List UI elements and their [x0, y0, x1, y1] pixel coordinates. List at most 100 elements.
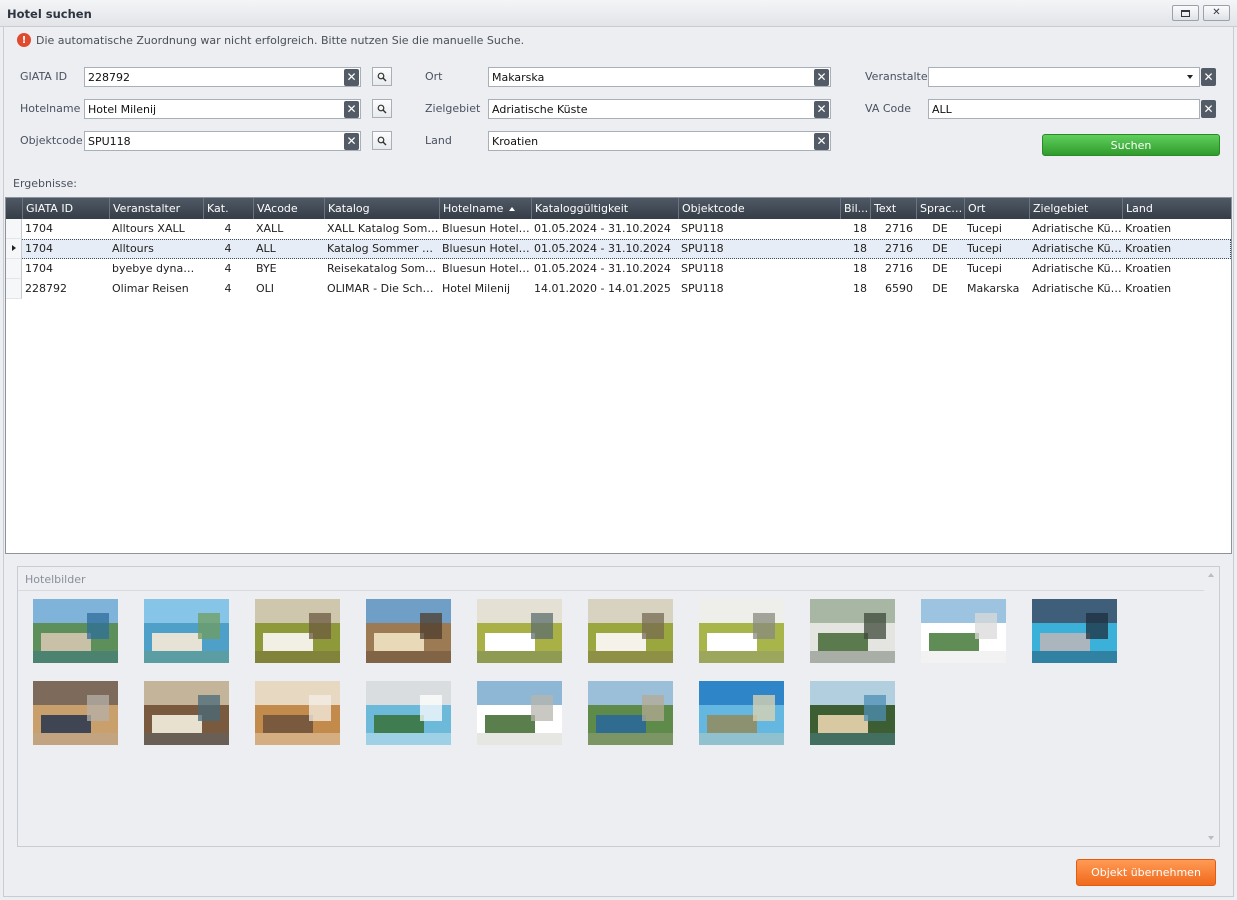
- beach-pine-photo[interactable]: [810, 681, 895, 745]
- column-header-label: Kat.: [207, 202, 229, 215]
- land-field[interactable]: Kroatien ✕: [488, 131, 831, 151]
- objektcode-search-button[interactable]: [372, 131, 392, 150]
- table-cell: Alltours: [112, 242, 154, 255]
- outdoor-dining-photo[interactable]: [810, 599, 895, 663]
- column-header-label: VAcode: [257, 202, 298, 215]
- table-cell: 18: [853, 262, 867, 275]
- row-indicator[interactable]: [6, 219, 22, 239]
- bedroom-photo[interactable]: [255, 599, 340, 663]
- sort-ascending-icon: [509, 207, 516, 211]
- table-cell: byebye dynamisch: [112, 262, 203, 275]
- table-cell: Adriatische Küste: [1032, 282, 1122, 295]
- column-header[interactable]: Land: [1122, 198, 1231, 219]
- column-header[interactable]: Objektcode: [678, 198, 840, 219]
- clear-icon[interactable]: ✕: [344, 132, 359, 150]
- land-label: Land: [425, 134, 452, 147]
- giata-id-field[interactable]: 228792 ✕: [84, 67, 361, 87]
- objektcode-field[interactable]: SPU118 ✕: [84, 131, 361, 151]
- fitness-room-photo[interactable]: [33, 681, 118, 745]
- zielgebiet-field[interactable]: Adriatische Küste ✕: [488, 99, 831, 119]
- table-cell: SPU118: [681, 242, 724, 255]
- va-code-field[interactable]: ALL: [928, 99, 1200, 119]
- table-cell: Kroatien: [1125, 262, 1172, 275]
- bedroom-balcony-photo[interactable]: [588, 599, 673, 663]
- balcony-view-photo[interactable]: [921, 599, 1006, 663]
- veranstalter-dropdown[interactable]: [928, 67, 1200, 87]
- clear-icon[interactable]: ✕: [814, 132, 829, 150]
- beach-terrace-photo[interactable]: [477, 681, 562, 745]
- close-button[interactable]: ✕: [1203, 5, 1230, 21]
- column-header[interactable]: Veranstalter: [109, 198, 203, 219]
- terrace-restaurant-photo[interactable]: [366, 599, 451, 663]
- window-title: Hotel suchen: [7, 7, 92, 21]
- pool-resort-photo[interactable]: [144, 599, 229, 663]
- close-icon: ✕: [1212, 7, 1221, 18]
- table-cell: Adriatische Küste: [1032, 242, 1122, 255]
- maximize-button[interactable]: [1172, 5, 1199, 21]
- ort-field[interactable]: Makarska ✕: [488, 67, 831, 87]
- column-header[interactable]: Text: [870, 198, 916, 219]
- table-row[interactable]: 1704 byebye dynamisch 4 BYE Reisekatalog Som…: [6, 259, 1231, 279]
- room-sofa-photo[interactable]: [477, 599, 562, 663]
- table-cell: Adriatische Küste: [1032, 222, 1122, 235]
- table-cell: SPU118: [681, 282, 724, 295]
- buffet-photo[interactable]: [144, 681, 229, 745]
- column-header[interactable]: Kataloggültigkeit: [531, 198, 678, 219]
- column-header-label: Sprache: [920, 202, 964, 215]
- clear-icon[interactable]: ✕: [1201, 100, 1216, 118]
- zielgebiet-value: Adriatische Küste: [492, 102, 588, 116]
- column-header-label: Katalog: [328, 202, 370, 215]
- objektcode-value: SPU118: [88, 134, 131, 148]
- images-scrollbar[interactable]: [1204, 567, 1219, 846]
- table-cell: OLI: [256, 282, 275, 295]
- dropdown-arrow-icon[interactable]: [1187, 75, 1193, 79]
- table-row[interactable]: 1704 Alltours XALL 4 XALL XALL Katalog Somme…: [6, 219, 1231, 239]
- bartender-photo[interactable]: [255, 681, 340, 745]
- apply-object-button[interactable]: Objekt übernehmen: [1076, 859, 1216, 886]
- coast-town-photo[interactable]: [33, 599, 118, 663]
- hotelname-field[interactable]: Hotel Milenij ✕: [84, 99, 361, 119]
- clear-icon[interactable]: ✕: [814, 68, 829, 86]
- header-row-indicator: [6, 198, 22, 219]
- row-indicator[interactable]: [6, 279, 22, 299]
- alert-message: ! Die automatische Zuordnung war nicht e…: [17, 33, 524, 47]
- column-header[interactable]: Hotelname: [439, 198, 531, 219]
- column-header-label: Objektcode: [682, 202, 745, 215]
- row-indicator[interactable]: [6, 259, 22, 279]
- clear-icon[interactable]: ✕: [344, 100, 359, 118]
- bay-aerial-photo[interactable]: [588, 681, 673, 745]
- column-header[interactable]: Kat.: [203, 198, 253, 219]
- table-row[interactable]: 1704 Alltours 4 ALL Katalog Sommer 2024 Blues…: [6, 239, 1231, 259]
- giata-id-label: GIATA ID: [20, 70, 68, 83]
- indoor-pool-photo[interactable]: [1032, 599, 1117, 663]
- clear-icon[interactable]: ✕: [344, 68, 359, 86]
- search-button[interactable]: Suchen: [1042, 134, 1220, 156]
- error-icon: !: [17, 33, 31, 47]
- hotelname-search-button[interactable]: [372, 99, 392, 118]
- giata-id-search-button[interactable]: [372, 67, 392, 86]
- twin-bedroom-photo[interactable]: [699, 599, 784, 663]
- pool-aerial-photo[interactable]: [366, 681, 451, 745]
- scroll-down-icon[interactable]: [1208, 836, 1214, 840]
- column-header[interactable]: Katalog: [324, 198, 439, 219]
- clear-icon[interactable]: ✕: [1201, 68, 1216, 86]
- column-header[interactable]: Ort: [964, 198, 1029, 219]
- table-row[interactable]: 228792 Olimar Reisen 4 OLI OLIMAR - Die Schö…: [6, 279, 1231, 299]
- table-cell: 6590: [885, 282, 913, 295]
- column-header[interactable]: VAcode: [253, 198, 324, 219]
- table-cell: DE: [932, 222, 948, 235]
- magnifier-icon: [377, 72, 387, 81]
- column-header-label: Bil...: [844, 202, 869, 215]
- column-header[interactable]: Bil...: [840, 198, 870, 219]
- column-header[interactable]: GIATA ID: [22, 198, 109, 219]
- table-cell: Kroatien: [1125, 282, 1172, 295]
- column-header[interactable]: Sprache: [916, 198, 964, 219]
- table-cell: Makarska: [967, 282, 1020, 295]
- table-cell: Alltours XALL: [112, 222, 185, 235]
- clear-icon[interactable]: ✕: [814, 100, 829, 118]
- row-indicator[interactable]: [6, 239, 22, 259]
- scroll-up-icon[interactable]: [1208, 573, 1214, 577]
- sea-mountain-photo[interactable]: [699, 681, 784, 745]
- column-header[interactable]: Zielgebiet: [1029, 198, 1122, 219]
- table-cell: OLIMAR - Die Schönsten Hotels: [327, 282, 439, 295]
